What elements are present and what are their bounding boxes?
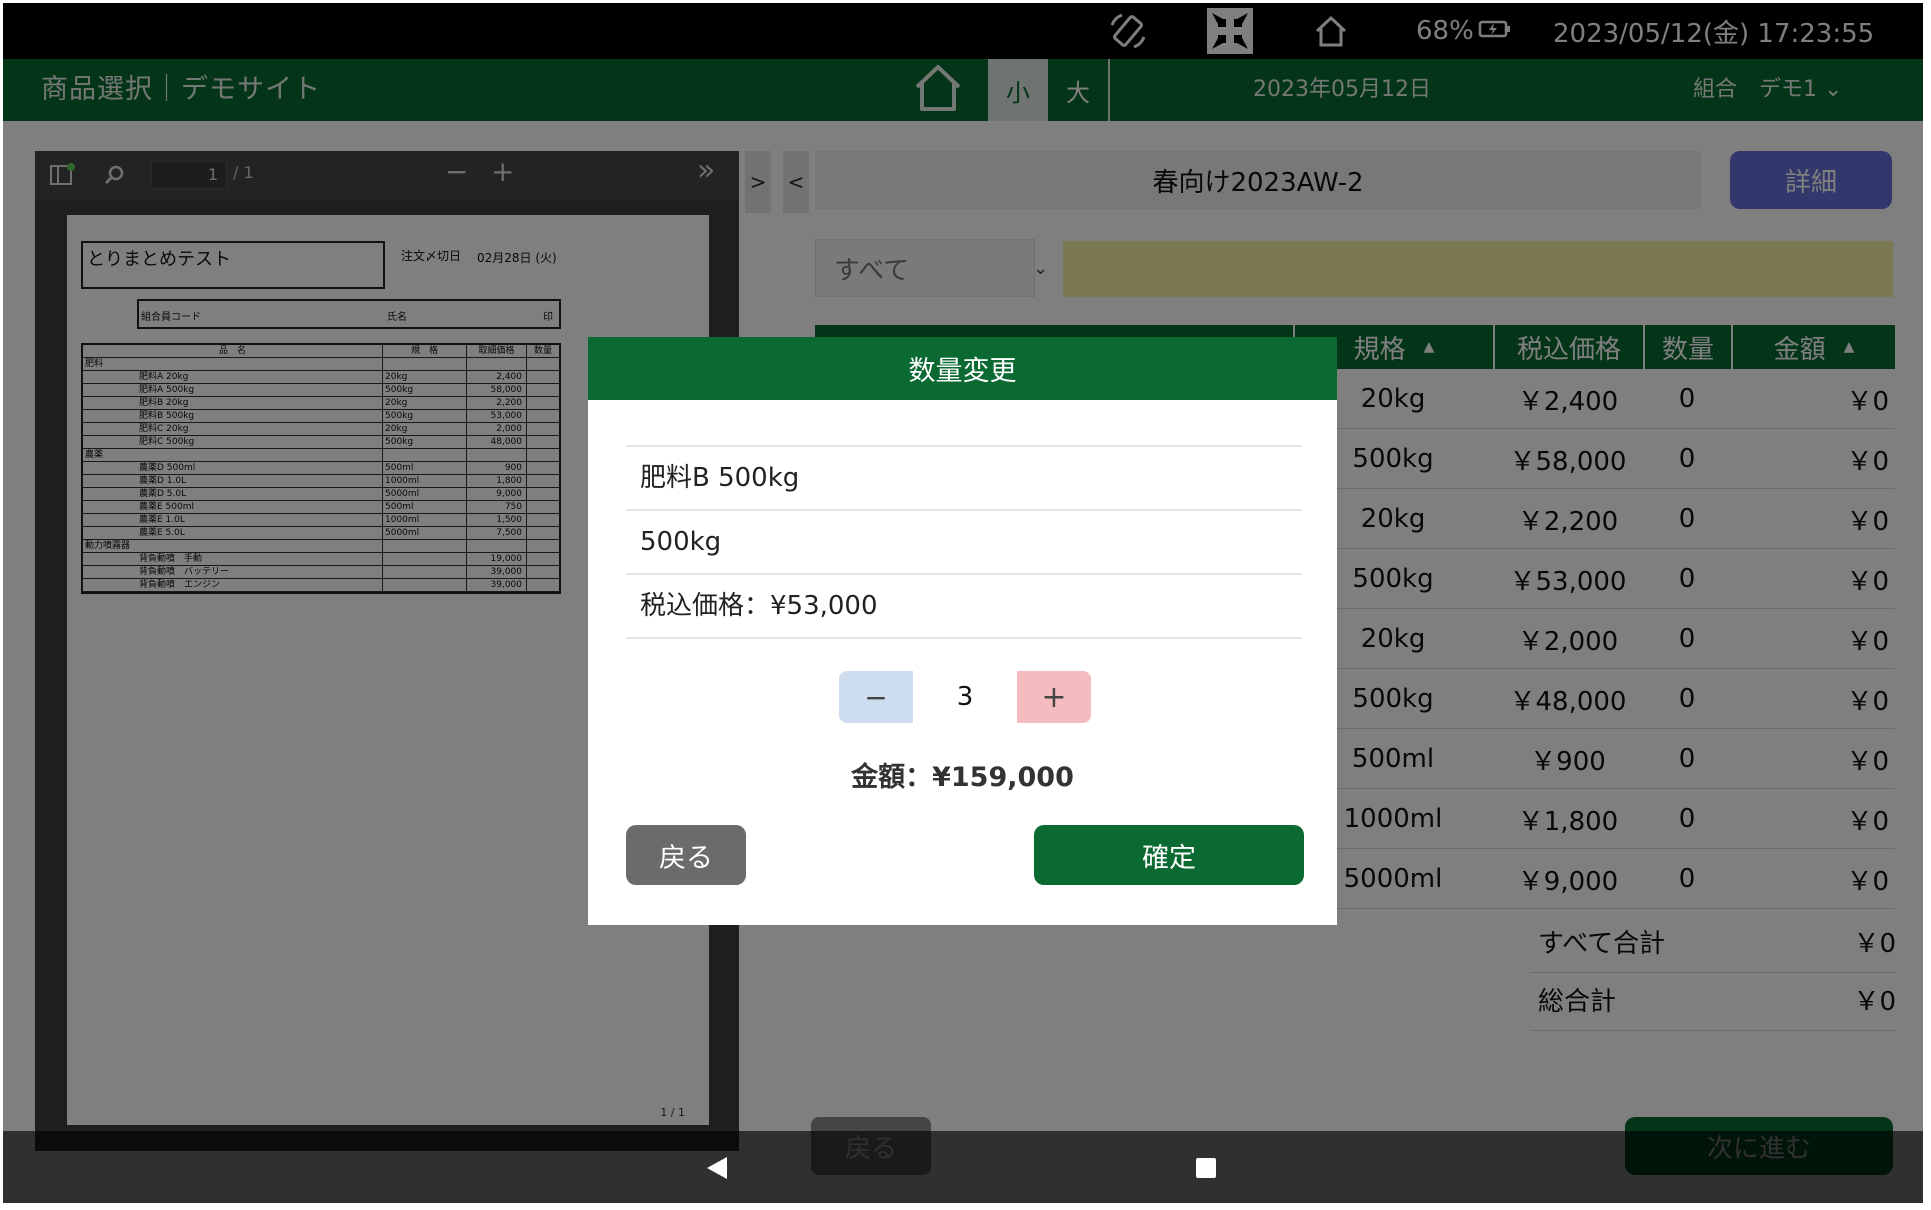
dialog-title: 数量変更: [588, 337, 1337, 400]
divider: [626, 509, 1302, 511]
dialog-spec: 500kg: [640, 527, 722, 557]
quantity-dialog: 数量変更 肥料B 500kg 500kg 税込価格：¥53,000 − 3 + …: [588, 337, 1337, 925]
dialog-amount: 金額：¥159,000: [851, 762, 1074, 793]
nav-back-icon[interactable]: [705, 1155, 729, 1185]
system-nav-bar: [3, 1131, 1923, 1203]
device-screen: 68% 2023/05/12(金) 17:23:55 商品選択｜デモサイト 小 …: [3, 3, 1923, 1203]
divider: [626, 637, 1302, 639]
dialog-back-button[interactable]: 戻る: [626, 825, 746, 885]
dialog-product-name: 肥料B 500kg: [640, 463, 800, 493]
increment-button[interactable]: +: [1017, 671, 1091, 723]
quantity-stepper: − 3 +: [839, 671, 1091, 723]
dialog-price: 税込価格：¥53,000: [640, 591, 878, 621]
dialog-confirm-button[interactable]: 確定: [1034, 825, 1304, 885]
nav-recents-icon[interactable]: [1195, 1157, 1217, 1183]
decrement-button[interactable]: −: [839, 671, 913, 723]
quantity-input[interactable]: 3: [913, 671, 1017, 723]
